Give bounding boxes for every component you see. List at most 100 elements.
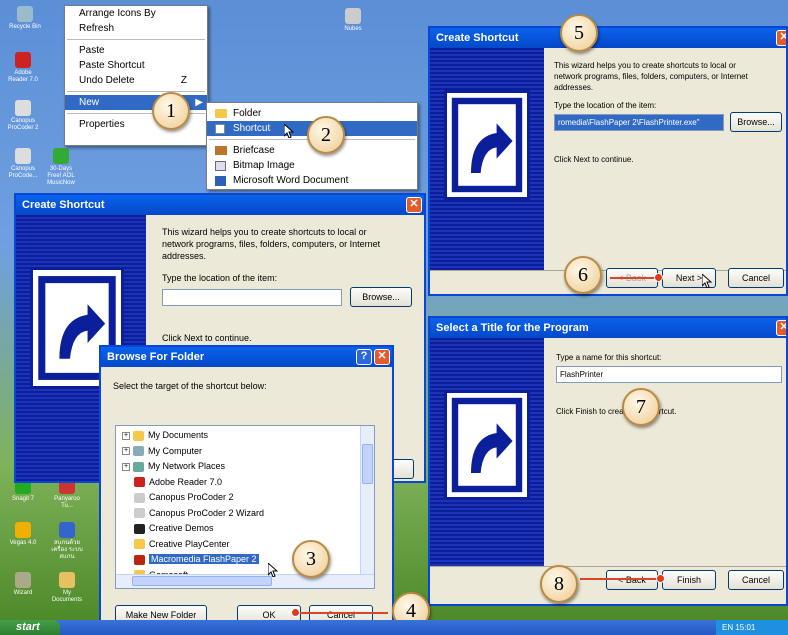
close-icon[interactable]: ✕ <box>776 320 786 336</box>
tree-item-creative-playcenter[interactable]: Creative PlayCenter <box>122 537 374 553</box>
location-label: Type the location of the item: <box>162 273 278 283</box>
back-button[interactable]: < Back <box>606 570 658 590</box>
cancel-button[interactable]: Cancel <box>728 268 784 288</box>
desktop-icon-label: สแกนด้วยเครื่อง ระบบสแกน <box>51 540 83 560</box>
shortcut-arrow-icon <box>444 90 530 200</box>
menu-item-paste[interactable]: Paste <box>65 43 207 58</box>
wizard-footer-divider <box>430 566 786 567</box>
desktop-icon-my-documents[interactable]: My Documents <box>50 572 84 604</box>
canopus-icon <box>134 508 145 519</box>
cancel-button[interactable]: Cancel <box>728 570 784 590</box>
tree-item-canopus-wizard[interactable]: Canopus ProCoder 2 Wizard <box>122 506 374 522</box>
shortcut-name-input[interactable]: FlashPrinter <box>556 366 782 383</box>
desktop-icon-canopus[interactable]: Canopus ProCoder 2 <box>6 100 40 132</box>
wizard-intro-line: addresses. <box>554 83 594 92</box>
annotation-line-4 <box>296 612 388 614</box>
menu-item-paste-shortcut[interactable]: Paste Shortcut <box>65 58 207 73</box>
desktop-icon-recycle-bin[interactable]: Recycle Bin <box>8 6 42 31</box>
desktop-context-menu: Arrange Icons By Refresh Paste Paste Sho… <box>64 5 208 146</box>
submenu-item-bitmap[interactable]: Bitmap Image <box>207 158 417 173</box>
network-icon <box>133 461 144 472</box>
tree-item-my-computer[interactable]: + My Computer <box>122 444 374 460</box>
taskbar <box>0 620 788 635</box>
menu-item-undo-delete[interactable]: Undo Delete Z <box>65 73 207 88</box>
wizard-intro-line: network programs, files, folders, comput… <box>554 72 748 81</box>
close-icon[interactable]: ✕ <box>406 197 422 213</box>
menu-item-arrange-icons[interactable]: Arrange Icons By <box>65 6 207 21</box>
desktop-icon-nubes[interactable]: Nubes <box>336 8 370 33</box>
close-icon[interactable]: ✕ <box>374 349 390 365</box>
name-label: Type a name for this shortcut: <box>556 353 662 362</box>
tree-item-creative-demos[interactable]: Creative Demos <box>122 521 374 537</box>
tree-item-adobe-reader[interactable]: Adobe Reader 7.0 <box>122 475 374 491</box>
submenu-item-folder[interactable]: Folder <box>207 106 417 121</box>
flashpaper-icon <box>134 554 145 565</box>
folder-tree[interactable]: + My Documents + My Computer + My Network P… <box>115 425 375 589</box>
desktop-icon-thai-app[interactable]: สแกนด้วยเครื่อง ระบบสแกน <box>50 522 84 561</box>
desktop-icon-label: My Documents <box>51 590 83 603</box>
help-icon[interactable]: ? <box>356 349 372 365</box>
tree-item-flashpaper[interactable]: Macromedia FlashPaper 2 <box>122 552 374 568</box>
tree-item-label: Macromedia FlashPaper 2 <box>149 554 259 564</box>
menu-item-refresh[interactable]: Refresh <box>65 21 207 36</box>
folder-icon <box>134 539 145 550</box>
desktop-icon-label: Nubes <box>344 26 362 32</box>
submenu-item-label: Bitmap Image <box>233 160 295 171</box>
shortcut-icon <box>215 124 225 134</box>
tree-item-label: Adobe Reader 7.0 <box>149 476 223 487</box>
expand-icon[interactable]: + <box>122 462 130 471</box>
select-title-wizard: Select a Title for the Program ✕ Type a n… <box>428 316 788 606</box>
cursor-arrow-icon <box>702 274 712 288</box>
desktop-icon-canopus-code[interactable]: Canopus ProCode... <box>6 148 40 180</box>
desktop-icon-adobe-reader[interactable]: Adobe Reader 7.0 <box>6 52 40 84</box>
tree-item-label: My Computer <box>148 445 203 456</box>
window-title-bar: Select a Title for the Program ✕ <box>430 318 786 338</box>
menu-separator <box>67 91 205 92</box>
tree-item-my-network[interactable]: + My Network Places <box>122 459 374 475</box>
step-callout-1: 1 <box>152 92 190 130</box>
continue-text: Click Next to continue. <box>162 333 252 343</box>
tree-item-my-documents[interactable]: + My Documents <box>122 428 374 444</box>
desktop-icon-aol[interactable]: 30-Days Free! AOL MusicNow <box>44 148 78 187</box>
expand-icon[interactable]: + <box>122 431 130 440</box>
submenu-item-word[interactable]: Microsoft Word Document <box>207 173 417 188</box>
desktop-icon-label: Adobe Reader 7.0 <box>8 70 38 83</box>
step-callout-7: 7 <box>622 388 660 426</box>
menu-separator <box>67 39 205 40</box>
browse-button[interactable]: Browse... <box>730 112 782 132</box>
system-tray-clock: EN 15:01 <box>716 620 788 635</box>
wizard-intro-line: This wizard helps you to create shortcut… <box>554 61 736 70</box>
window-title: Create Shortcut <box>22 199 105 211</box>
annotation-dot-4 <box>291 608 300 617</box>
tree-item-label: Canopus ProCoder 2 <box>149 492 234 502</box>
folder-icon <box>133 430 144 441</box>
desktop-icon-wizard[interactable]: Wizard <box>6 572 40 597</box>
annotation-line-8 <box>580 578 660 580</box>
creative-icon <box>134 523 145 534</box>
desktop-icon-label: Canopus ProCoder 2 <box>7 118 39 131</box>
desktop-icon-label: 30-Days Free! AOL MusicNow <box>47 166 75 186</box>
desktop-icon-vegas[interactable]: Vegas 4.0 <box>6 522 40 547</box>
step-callout-8: 8 <box>540 565 578 603</box>
location-input[interactable]: romedia\FlashPaper 2\FlashPrinter.exe" <box>554 114 724 131</box>
browse-button[interactable]: Browse... <box>350 287 412 307</box>
location-input[interactable] <box>162 289 342 306</box>
step-callout-5: 5 <box>560 14 598 52</box>
canopus-icon <box>134 492 145 503</box>
vertical-scrollbar[interactable] <box>360 426 374 576</box>
finish-button[interactable]: Finish <box>662 570 716 590</box>
start-button[interactable]: start <box>0 620 60 635</box>
annotation-dot-8 <box>656 574 665 583</box>
desktop-icon-label: Vegas 4.0 <box>9 540 37 546</box>
menu-item-label: Undo Delete <box>79 75 135 86</box>
submenu-item-label: Folder <box>233 108 262 119</box>
computer-icon <box>133 446 144 457</box>
tree-item-label: Creative PlayCenter <box>149 538 230 549</box>
expand-icon[interactable]: + <box>122 447 130 456</box>
step-callout-3: 3 <box>292 540 330 578</box>
menu-item-label: New <box>79 97 100 108</box>
desktop-icon-label: Snagit 7 <box>11 496 35 502</box>
horizontal-scrollbar[interactable] <box>116 574 374 588</box>
close-icon[interactable]: ✕ <box>776 30 786 46</box>
tree-item-canopus[interactable]: Canopus ProCoder 2 <box>122 490 374 506</box>
